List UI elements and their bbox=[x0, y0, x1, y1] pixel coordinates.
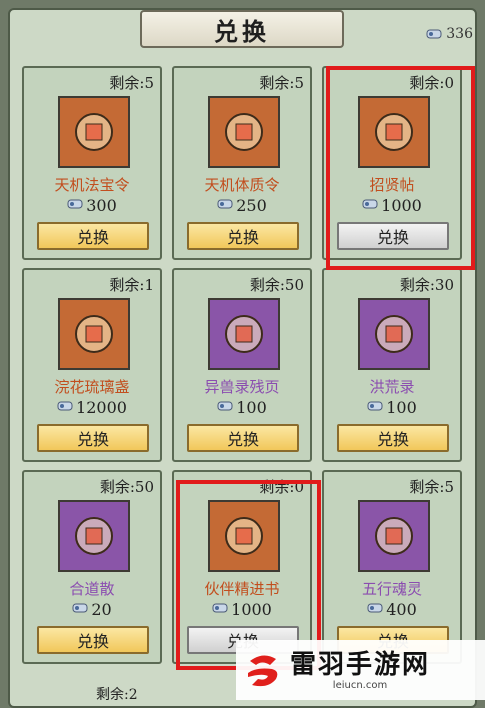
price-value: 250 bbox=[236, 196, 267, 215]
item-name: 洪荒录 bbox=[369, 378, 415, 396]
currency-display: 336 bbox=[426, 26, 473, 42]
item-price: 400 bbox=[324, 600, 460, 619]
price-value: 300 bbox=[86, 196, 117, 215]
item-card: 剩余:5 天机体质令 250 兑换 bbox=[172, 66, 312, 260]
item-card: 剩余:1 浣花琉璃盏 12000 兑换 bbox=[22, 268, 162, 462]
next-row-remain: 剩余:2 bbox=[96, 687, 138, 703]
scroll-currency-icon bbox=[217, 196, 233, 215]
remaining-count: 剩余:5 bbox=[409, 478, 454, 496]
item-name: 合道散 bbox=[69, 580, 115, 598]
watermark-name: 雷羽手游网 bbox=[290, 649, 431, 680]
item-price: 1000 bbox=[324, 196, 460, 215]
remaining-count: 剩余:50 bbox=[99, 478, 154, 496]
red-letter-icon bbox=[358, 96, 430, 168]
book-icon bbox=[208, 500, 280, 572]
exchange-button[interactable]: 兑换 bbox=[37, 626, 149, 654]
exchange-button[interactable]: 兑换 bbox=[337, 424, 449, 452]
item-name: 伙伴精进书 bbox=[204, 580, 280, 598]
currency-amount: 336 bbox=[446, 26, 473, 42]
item-grid: 剩余:5 天机法宝令 300 兑换 剩余:5 天机体质令 250 兑换 剩余:0 招贤帖 1000 兑… bbox=[22, 66, 468, 664]
item-card: 剩余:0伙伴精进书1000兑换 bbox=[172, 470, 312, 664]
exchange-button[interactable]: 兑换 bbox=[37, 424, 149, 452]
price-value: 12000 bbox=[76, 398, 127, 417]
scroll-currency-icon bbox=[367, 398, 383, 417]
watermark-url: leiucn.com bbox=[332, 679, 388, 691]
scroll-currency-icon bbox=[217, 398, 233, 417]
item-price: 250 bbox=[174, 196, 310, 215]
item-price: 300 bbox=[24, 196, 160, 215]
watermark-logo-icon bbox=[248, 655, 278, 687]
exchange-button[interactable]: 兑换 bbox=[187, 424, 299, 452]
item-price: 100 bbox=[324, 398, 460, 417]
item-name: 异兽录残页 bbox=[204, 378, 280, 396]
item-price: 1000 bbox=[174, 600, 310, 619]
exchange-button[interactable]: 兑换 bbox=[337, 222, 449, 250]
exchange-button[interactable]: 兑换 bbox=[187, 222, 299, 250]
remaining-count: 剩余:1 bbox=[109, 276, 154, 294]
item-name: 招贤帖 bbox=[369, 176, 415, 194]
scroll-currency-icon bbox=[362, 196, 378, 215]
potion-bottle-icon bbox=[58, 500, 130, 572]
price-value: 1000 bbox=[381, 196, 422, 215]
lantern-icon bbox=[58, 298, 130, 370]
remaining-count: 剩余:5 bbox=[109, 74, 154, 92]
item-name: 浣花琉璃盏 bbox=[54, 378, 130, 396]
scroll-currency-icon bbox=[72, 600, 88, 619]
item-name: 五行魂灵 bbox=[361, 580, 422, 598]
item-card: 剩余:0 招贤帖 1000 兑换 bbox=[322, 66, 462, 260]
remaining-count: 剩余:50 bbox=[249, 276, 304, 294]
price-value: 100 bbox=[236, 398, 267, 417]
remaining-count: 剩余:30 bbox=[399, 276, 454, 294]
watermark: 雷羽手游网 leiucn.com bbox=[236, 640, 485, 700]
price-value: 100 bbox=[386, 398, 417, 417]
item-name: 天机体质令 bbox=[204, 176, 280, 194]
remaining-count: 剩余:0 bbox=[409, 74, 454, 92]
scroll-currency-icon bbox=[57, 398, 73, 417]
scroll-bundle-icon bbox=[358, 298, 430, 370]
medal-token-icon bbox=[208, 96, 280, 168]
price-value: 400 bbox=[386, 600, 417, 619]
item-card: 剩余:50 合道散 20 兑换 bbox=[22, 470, 162, 664]
scroll-currency-icon bbox=[212, 600, 228, 619]
price-value: 20 bbox=[91, 600, 112, 619]
item-card: 剩余:5五行魂灵400兑换 bbox=[322, 470, 462, 664]
item-card: 剩余:50 异兽录残页 100 兑换 bbox=[172, 268, 312, 462]
spirit-pouch-icon bbox=[358, 500, 430, 572]
scroll-currency-icon bbox=[367, 600, 383, 619]
item-name: 天机法宝令 bbox=[54, 176, 130, 194]
torn-pages-icon bbox=[208, 298, 280, 370]
remaining-count: 剩余:5 bbox=[259, 74, 304, 92]
medal-token-icon bbox=[58, 96, 130, 168]
item-price: 100 bbox=[174, 398, 310, 417]
page-title: 兑换 bbox=[140, 10, 344, 48]
remaining-count: 剩余:0 bbox=[259, 478, 304, 496]
item-price: 12000 bbox=[24, 398, 160, 417]
exchange-button[interactable]: 兑换 bbox=[37, 222, 149, 250]
item-card: 剩余:5 天机法宝令 300 兑换 bbox=[22, 66, 162, 260]
item-price: 20 bbox=[24, 600, 160, 619]
scroll-currency-icon bbox=[426, 27, 442, 41]
item-card: 剩余:30 洪荒录 100 兑换 bbox=[322, 268, 462, 462]
price-value: 1000 bbox=[231, 600, 272, 619]
scroll-currency-icon bbox=[67, 196, 83, 215]
